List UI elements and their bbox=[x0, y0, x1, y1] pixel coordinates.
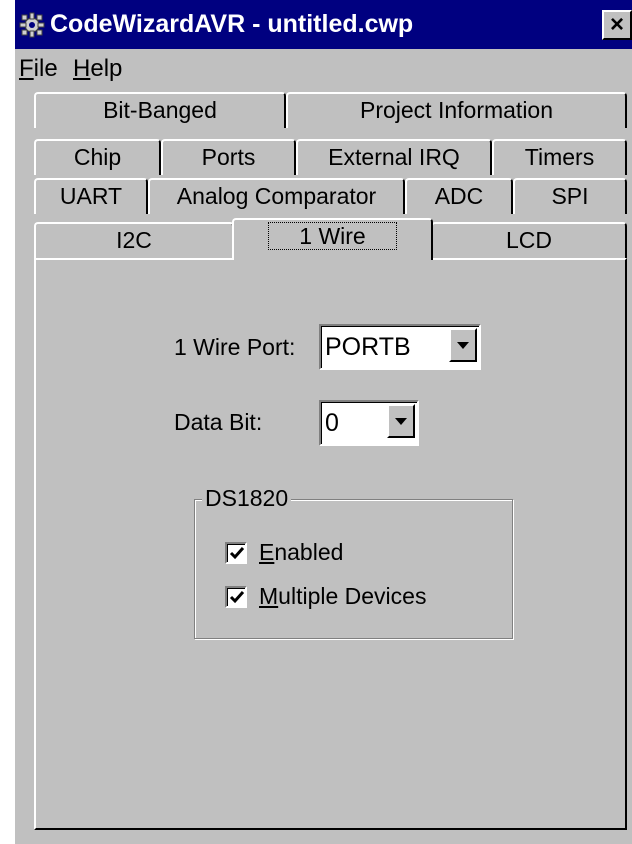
multiple-devices-accel: M bbox=[259, 583, 279, 609]
title-bar[interactable]: CodeWizardAVR - untitled.cwp × bbox=[15, 0, 632, 49]
window-title: CodeWizardAVR - untitled.cwp bbox=[50, 10, 414, 38]
one-wire-port-label: 1 Wire Port: bbox=[174, 334, 296, 360]
data-bit-label: Data Bit: bbox=[174, 409, 263, 435]
close-icon: × bbox=[609, 11, 624, 38]
gear-app-icon bbox=[19, 12, 45, 38]
ds1820-group: DS1820 Enabled Multiple Devices bbox=[194, 484, 513, 639]
checkmark-icon bbox=[229, 547, 245, 560]
tab-external-irq-label: External IRQ bbox=[328, 144, 460, 170]
tab-chip-label: Chip bbox=[73, 144, 122, 170]
checkmark-icon bbox=[229, 591, 245, 604]
tab-timers-label: Timers bbox=[524, 144, 595, 170]
menu-file[interactable]: File bbox=[19, 53, 58, 85]
enabled-label-rest: nabled bbox=[274, 539, 344, 565]
tab-i2c-label: I2C bbox=[116, 227, 152, 253]
tab-project-information[interactable]: Project Information bbox=[286, 92, 627, 128]
tab-1-wire-label: 1 Wire bbox=[268, 222, 397, 250]
tab-i2c[interactable]: I2C bbox=[34, 222, 234, 258]
tab-spi-label: SPI bbox=[551, 183, 589, 209]
menu-bar: File Help bbox=[15, 49, 632, 89]
multiple-devices-label-rest: ultiple Devices bbox=[278, 583, 427, 609]
chevron-down-icon bbox=[395, 418, 407, 425]
tab-project-information-label: Project Information bbox=[359, 97, 554, 123]
tab-lcd-label: LCD bbox=[505, 227, 552, 253]
tab-bit-banged[interactable]: Bit-Banged bbox=[34, 92, 286, 128]
one-wire-port-select[interactable]: PORTB bbox=[319, 324, 481, 370]
close-button[interactable]: × bbox=[602, 10, 632, 40]
tab-analog-comparator[interactable]: Analog Comparator bbox=[148, 178, 405, 214]
tab-chip[interactable]: Chip bbox=[34, 139, 161, 175]
tab-ports[interactable]: Ports bbox=[161, 139, 296, 175]
menu-help[interactable]: Help bbox=[73, 53, 122, 85]
ds1820-group-title: DS1820 bbox=[202, 484, 292, 512]
tab-1-wire[interactable]: 1 Wire bbox=[232, 218, 433, 260]
tab-adc-label: ADC bbox=[434, 183, 484, 209]
tab-uart[interactable]: UART bbox=[34, 178, 148, 214]
multiple-devices-checkbox[interactable] bbox=[225, 586, 247, 608]
codewizard-window: CodeWizardAVR - untitled.cwp × File Help… bbox=[15, 0, 632, 844]
tab-bit-banged-label: Bit-Banged bbox=[103, 97, 217, 123]
enabled-checkbox[interactable] bbox=[225, 542, 247, 564]
data-bit-dropdown-button[interactable] bbox=[387, 404, 415, 438]
tab-uart-label: UART bbox=[59, 183, 123, 209]
tab-spi[interactable]: SPI bbox=[513, 178, 627, 214]
one-wire-panel: 1 Wire Port: PORTB Data Bit: 0 DS1820 En… bbox=[34, 258, 627, 830]
tab-adc[interactable]: ADC bbox=[405, 178, 513, 214]
one-wire-port-value: PORTB bbox=[325, 333, 411, 361]
menu-file-label: ile bbox=[33, 55, 58, 82]
tab-ports-label: Ports bbox=[201, 144, 256, 170]
enabled-accel: E bbox=[259, 539, 275, 565]
tab-external-irq[interactable]: External IRQ bbox=[296, 139, 492, 175]
menu-help-accel: H bbox=[73, 55, 91, 82]
data-bit-select[interactable]: 0 bbox=[319, 400, 419, 446]
tab-lcd[interactable]: LCD bbox=[431, 222, 627, 258]
tab-analog-comparator-label: Analog Comparator bbox=[176, 183, 377, 209]
one-wire-port-dropdown-button[interactable] bbox=[449, 328, 477, 362]
menu-file-accel: F bbox=[19, 55, 34, 82]
data-bit-value: 0 bbox=[325, 409, 339, 437]
enabled-label: Enabled bbox=[259, 537, 343, 567]
menu-help-label: elp bbox=[90, 55, 123, 82]
tab-timers[interactable]: Timers bbox=[492, 139, 627, 175]
multiple-devices-label: Multiple Devices bbox=[259, 581, 426, 611]
chevron-down-icon bbox=[457, 342, 469, 349]
